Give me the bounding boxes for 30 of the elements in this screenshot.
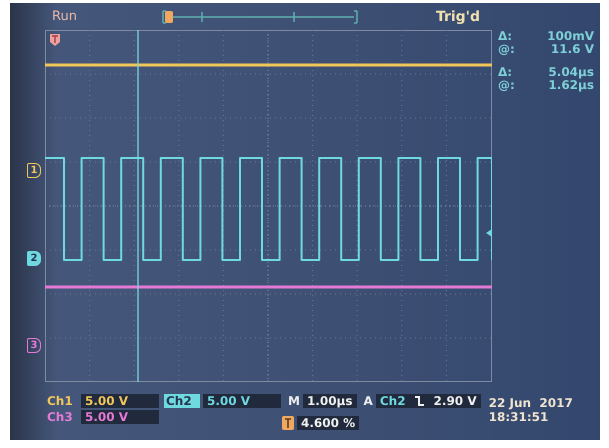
time-text: 18:31:51 (488, 410, 550, 424)
timebase-label: M (288, 394, 300, 408)
channel-label: Ch3 (46, 410, 74, 424)
trigger-position-value: 4.600 % (297, 416, 360, 430)
trigger-marker-icon (50, 32, 60, 46)
trigger-status: Trig'd (436, 8, 480, 24)
date-text: 22 Jun 2017 (488, 396, 573, 410)
cursor-value: 100mV (546, 30, 594, 43)
cursor-label: @: (498, 79, 516, 92)
trigger-level-icon (486, 229, 492, 237)
channel-scale-value: 5.00 V (81, 410, 159, 424)
channel-label: Ch2 (164, 394, 200, 408)
cursor-label: Δ: (498, 30, 514, 43)
timebase-value: 1.00µs (302, 394, 357, 408)
trigger-label: A (364, 394, 373, 408)
cursor-label: Δ: (498, 66, 514, 79)
channel-label: Ch1 (46, 394, 74, 408)
run-status: Run (52, 9, 77, 24)
trigger-level-value: 2.90 V (434, 394, 477, 408)
trigger-marker-icon (282, 416, 294, 430)
channel-marker: 2 (27, 251, 41, 266)
cursor-value: 1.62µs (547, 79, 594, 92)
cursor-value: 5.04µs (547, 66, 594, 79)
channel-marker: 1 (27, 163, 41, 178)
trigger-source: Ch2 (380, 394, 406, 408)
channel-scale-value: 5.00 V (81, 394, 159, 408)
channel-marker: 3 (27, 338, 41, 353)
cursor-label: @: (498, 43, 516, 56)
channel-scale-value: 5.00 V (203, 394, 281, 408)
cursor-value: 11.6 V (550, 43, 594, 56)
